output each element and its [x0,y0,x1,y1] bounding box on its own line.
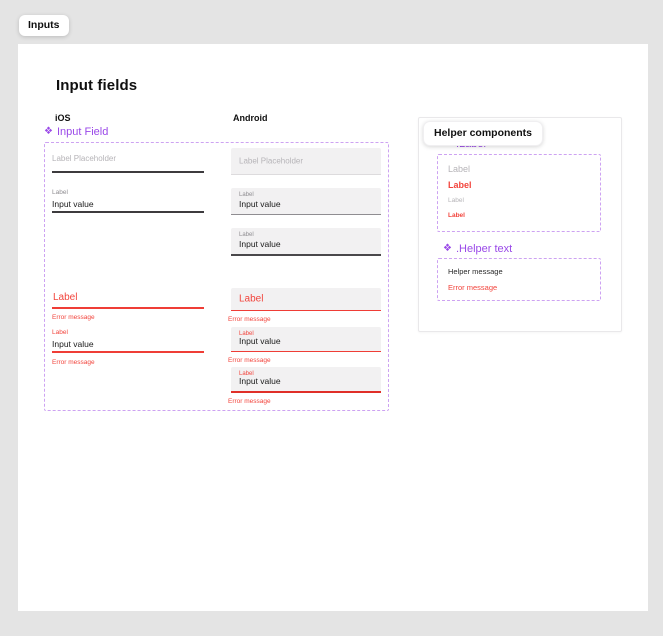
android-placeholder-text: Label Placeholder [239,157,303,166]
android-input-error-filled[interactable]: Label Input value [231,327,381,352]
android-error-message: Error message [228,398,271,405]
helper-label-error-small: Label [448,212,465,219]
android-input-error-empty[interactable]: Label [231,288,381,311]
android-input-filled[interactable]: Label Input value [231,188,381,215]
component-set-name: Input Field [57,126,108,138]
helper-error-message-text: Error message [448,283,497,292]
ios-placeholder-text: Label Placeholder [52,154,116,163]
android-input-error-focused[interactable]: Label Input value [231,367,381,393]
android-label-text: Label [239,192,254,198]
android-error-message: Error message [228,357,271,364]
page-title: Input fields [56,77,137,94]
android-input-empty[interactable]: Label Placeholder [231,148,381,175]
component-icon: ❖ [443,244,452,254]
ios-error-label-text: Label [53,292,77,303]
ios-label-text: Label [52,189,68,196]
label-component-frame[interactable]: Label Label Label Label [437,154,601,232]
component-set-title[interactable]: ❖ Input Field [44,126,108,138]
helper-text-component-frame[interactable]: Helper message Error message [437,258,601,301]
helper-label-default-large: Label [448,164,470,174]
ios-error-message: Error message [52,359,95,366]
figma-canvas: { "tab": { "label": "Inputs" }, "page": … [0,0,663,636]
android-label-text: Label [239,232,254,238]
android-value-text: Input value [239,199,281,209]
android-value-text: Input value [239,336,281,346]
ios-value-text: Input value [52,199,94,209]
column-heading-ios: iOS [55,113,71,123]
ios-underline [52,211,204,213]
helper-text-component-title[interactable]: ❖ .Helper text [443,243,512,255]
ios-value-text: Input value [52,339,94,349]
android-error-message: Error message [228,316,271,323]
helper-message-text: Helper message [448,267,503,276]
android-value-text: Input value [239,376,281,386]
canvas-page[interactable]: Input fields iOS Android ❖ Input Field L… [18,44,648,611]
android-error-label-text: Label [239,294,263,305]
component-icon: ❖ [44,127,53,137]
ios-error-message: Error message [52,314,95,321]
helper-label-default-small: Label [448,197,464,204]
ios-error-underline [52,307,204,309]
android-input-focused[interactable]: Label Input value [231,228,381,256]
ios-error-underline [52,351,204,353]
ios-error-label-text: Label [52,329,68,336]
android-value-text: Input value [239,239,281,249]
helper-label-error-large: Label [448,180,472,190]
helper-components-section-label[interactable]: Helper components [423,121,543,146]
column-heading-android: Android [233,113,268,123]
tab-inputs[interactable]: Inputs [19,15,69,36]
helper-text-component-name: .Helper text [456,243,512,255]
ios-underline [52,171,204,173]
